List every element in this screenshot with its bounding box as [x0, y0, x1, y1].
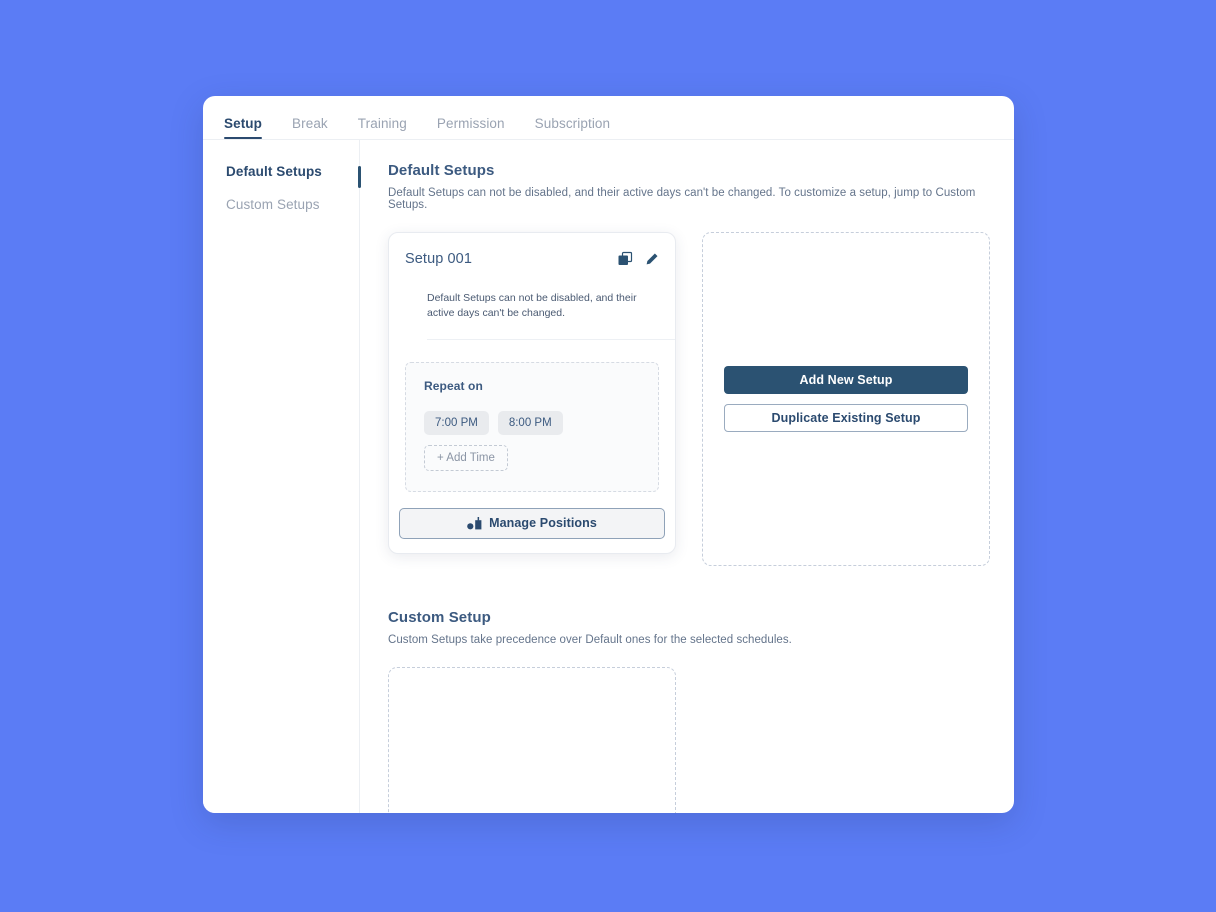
- custom-setup-description: Custom Setups take precedence over Defau…: [388, 634, 792, 646]
- repeat-on-box: Repeat on 7:00 PM 8:00 PM + Add Time: [405, 361, 659, 492]
- main-pane: Default Setups Default Setups can not be…: [360, 140, 1014, 813]
- app-window: Setup Break Training Permission Subscrip…: [203, 96, 1014, 813]
- tab-permission[interactable]: Permission: [437, 116, 505, 139]
- repeat-on-label: Repeat on: [424, 378, 483, 393]
- add-setup-panel: Add New Setup Duplicate Existing Setup: [702, 232, 990, 566]
- tab-setup[interactable]: Setup: [224, 116, 263, 139]
- setup-card-actions: [617, 251, 659, 267]
- default-setups-description: Default Setups can not be disabled, and …: [388, 187, 976, 211]
- custom-setup-section: Custom Setup Custom Setups take preceden…: [388, 609, 1014, 813]
- setup-card-title: Setup 001: [405, 251, 473, 267]
- setup-card-header: Setup 001: [405, 251, 659, 267]
- tab-training[interactable]: Training: [358, 116, 407, 139]
- setup-card-note: Default Setups can not be disabled, and …: [427, 291, 675, 340]
- tab-break[interactable]: Break: [292, 116, 328, 139]
- sidebar-item-custom-setups[interactable]: Custom Setups: [226, 197, 359, 212]
- content-split: Default Setups Custom Setups Default Set…: [203, 140, 1014, 813]
- add-new-setup-button[interactable]: Add New Setup: [724, 366, 968, 394]
- copy-icon[interactable]: [617, 251, 633, 267]
- add-time-button[interactable]: + Add Time: [424, 444, 508, 471]
- shapes-icon: [467, 516, 482, 530]
- time-chip[interactable]: 8:00 PM: [497, 410, 563, 435]
- time-chip[interactable]: 7:00 PM: [424, 410, 489, 435]
- tab-subscription[interactable]: Subscription: [535, 116, 611, 139]
- manage-positions-label: Manage Positions: [489, 516, 597, 531]
- tab-bar: Setup Break Training Permission Subscrip…: [203, 96, 1014, 140]
- default-setups-title: Default Setups: [388, 162, 495, 179]
- sidebar-item-default-setups[interactable]: Default Setups: [226, 164, 359, 179]
- manage-positions-button[interactable]: Manage Positions: [399, 507, 665, 539]
- custom-setup-title: Custom Setup: [388, 609, 491, 626]
- custom-setup-placeholder[interactable]: [388, 667, 676, 813]
- duplicate-existing-setup-button[interactable]: Duplicate Existing Setup: [724, 404, 968, 432]
- time-chip-list: 7:00 PM 8:00 PM: [424, 410, 640, 435]
- pencil-icon[interactable]: [644, 252, 659, 267]
- sidebar: Default Setups Custom Setups: [203, 140, 361, 813]
- default-setups-row: Setup 001 Default Setups can not be disa…: [388, 232, 1014, 566]
- setup-card: Setup 001 Default Setups can not be disa…: [388, 232, 676, 554]
